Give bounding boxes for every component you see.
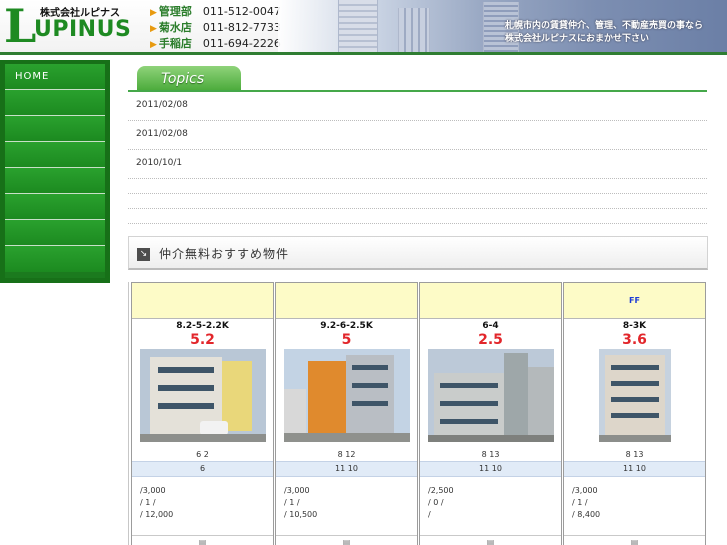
document-icon[interactable]: ▤ [564, 535, 705, 545]
property-info-bar: 11 10 [420, 461, 561, 477]
sidebar-item[interactable] [5, 220, 105, 246]
detail-management: / 8,400 [572, 510, 601, 519]
property-walk-info: 6 2 [196, 450, 209, 459]
property-info-bar: 11 10 [564, 461, 705, 477]
tagline-line-1: 札幌市内の賃貸仲介、管理、不動産売買の事なら [505, 21, 704, 31]
logo-initial: L [4, 0, 37, 53]
site-header: L 株式会社ルピナス UPINUS ▶ 管理部 011-512-0047 ▶ 菊水店 0… [0, 0, 727, 55]
arrow-icon: ▶ [150, 40, 157, 50]
topics-heading-tab: Topics [137, 66, 241, 91]
topic-row[interactable]: 2010/10/1 [128, 150, 707, 179]
detail-fees: / 1 / [572, 498, 588, 507]
detail-fees: / 1 / [140, 498, 156, 507]
property-spec: 8-3K [622, 321, 647, 331]
property-price: 2.5 [478, 332, 503, 348]
arrow-icon: ▶ [150, 8, 157, 18]
detail-fees: / 1 / [284, 498, 300, 507]
header-tagline: 札幌市内の賃貸仲介、管理、不動産売買の事なら 株式会社ルピナスにおまかせ下さい [505, 20, 703, 46]
sidebar-item[interactable] [5, 116, 105, 142]
property-price: 5 [341, 332, 352, 348]
store-name: 菊水店 [158, 21, 192, 34]
document-icon[interactable]: ▤ [420, 535, 561, 545]
property-photo[interactable] [427, 349, 554, 442]
property-spec: 6-4 [482, 321, 499, 331]
property-spec: 9.2-6-2.5K [320, 321, 373, 331]
tagline-line-2: 株式会社ルピナスにおまかせ下さい [505, 34, 650, 44]
store-name: 管理部 [158, 5, 192, 18]
property-info-bar: 6 [132, 461, 273, 477]
sidebar-item[interactable] [5, 142, 105, 168]
topic-row[interactable]: 2011/02/08 [128, 92, 707, 121]
sidebar-item[interactable] [5, 194, 105, 220]
sidebar-item[interactable] [5, 246, 105, 272]
store-name: 手稲店 [158, 37, 192, 50]
building-illustration [398, 8, 430, 52]
store-tel: 011-812-7733 [202, 21, 281, 34]
recommend-section-header: ↘ 仲介無料おすすめ物件 [128, 236, 708, 270]
topic-row [128, 209, 707, 224]
topics-list: 2011/02/08 2011/02/08 2010/10/1 [128, 92, 707, 224]
detail-management: / [428, 510, 431, 519]
property-details: /3,000 / 1 / / 8,400 [564, 477, 705, 527]
recommend-title: 仲介無料おすすめ物件 [159, 247, 290, 261]
property-details: /3,000 / 1 / / 12,000 [132, 477, 273, 527]
property-card-list: 8.2-5-2.2K 5.2 6 2 6 /3,000 / 1 / / 12,0… [128, 282, 708, 545]
property-card-header [132, 283, 273, 319]
property-card-header [420, 283, 561, 319]
detail-deposit: /3,000 [572, 486, 598, 495]
detail-deposit: /2,500 [428, 486, 454, 495]
property-card[interactable]: 8.2-5-2.2K 5.2 6 2 6 /3,000 / 1 / / 12,0… [131, 282, 274, 545]
topic-row [128, 194, 707, 209]
store-tel: 011-512-0047 [202, 5, 281, 18]
property-price: 5.2 [190, 332, 215, 348]
detail-management: / 10,500 [284, 510, 318, 519]
property-walk-info: 8 13 [481, 450, 500, 459]
property-price: 3.6 [622, 332, 647, 348]
property-card[interactable]: 6-4 2.5 8 13 11 10 /2,500 / 0 / / ▤ [419, 282, 562, 545]
company-logo[interactable]: L 株式会社ルピナス UPINUS [4, 2, 146, 52]
sidebar-item[interactable] [5, 168, 105, 194]
sidebar-nav: HOME [0, 60, 110, 283]
property-photo[interactable] [598, 349, 671, 442]
property-walk-info: 8 12 [337, 450, 356, 459]
topic-row[interactable]: 2011/02/08 [128, 121, 707, 150]
sidebar-item-home[interactable]: HOME [5, 64, 105, 90]
property-spec: 8.2-5-2.2K [176, 321, 229, 331]
property-photo[interactable] [139, 349, 266, 442]
property-walk-info: 8 13 [625, 450, 644, 459]
detail-deposit: /3,000 [140, 486, 166, 495]
document-icon[interactable]: ▤ [132, 535, 273, 545]
property-card-header [276, 283, 417, 319]
property-details: /3,000 / 1 / / 10,500 [276, 477, 417, 527]
property-info-bar: 11 10 [276, 461, 417, 477]
arrow-down-right-icon: ↘ [137, 248, 150, 261]
property-card-header: FF [564, 283, 705, 319]
store-tel: 011-694-2226 [202, 37, 281, 50]
detail-deposit: /3,000 [284, 486, 310, 495]
property-photo[interactable] [283, 349, 410, 442]
property-card[interactable]: FF 8-3K 3.6 8 13 11 10 /3,000 / 1 / / 8,… [563, 282, 706, 545]
detail-management: / 12,000 [140, 510, 174, 519]
arrow-icon: ▶ [150, 24, 157, 34]
building-illustration [338, 0, 378, 52]
logo-wordmark: UPINUS [34, 17, 132, 42]
topic-row [128, 179, 707, 194]
property-card[interactable]: 9.2-6-2.5K 5 8 12 11 10 /3,000 / 1 / / 1… [275, 282, 418, 545]
document-icon[interactable]: ▤ [276, 535, 417, 545]
property-details: /2,500 / 0 / / [420, 477, 561, 527]
sidebar-item[interactable] [5, 90, 105, 116]
detail-fees: / 0 / [428, 498, 444, 507]
